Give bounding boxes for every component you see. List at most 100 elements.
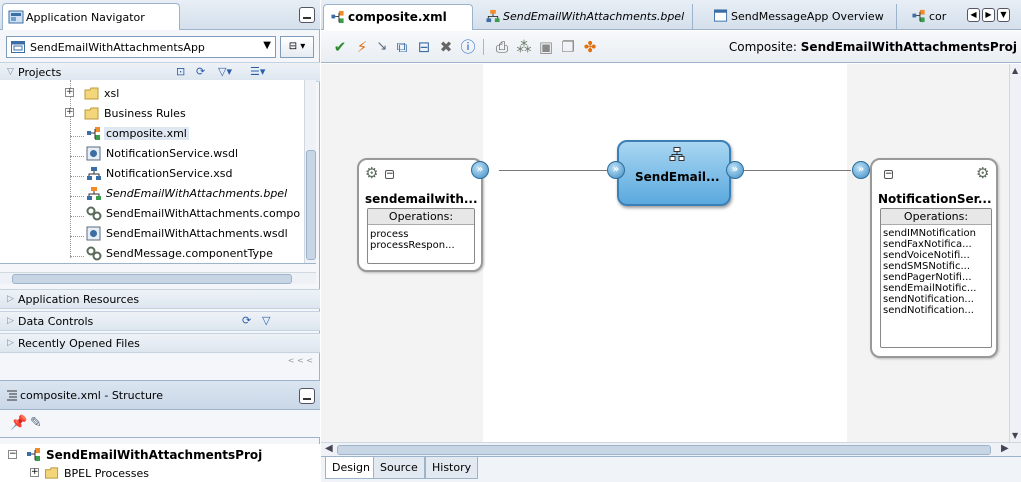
paste-icon[interactable]: ⊟ [415, 38, 433, 56]
deploy-icon[interactable]: ⚡ [353, 38, 371, 56]
wire-icon[interactable]: ↘ [373, 38, 391, 56]
properties-icon[interactable]: ❐ [559, 38, 577, 56]
delete-icon[interactable]: ✖ [437, 38, 455, 56]
operation-item[interactable]: sendEmailNotific... [881, 283, 991, 294]
expand-toggle[interactable]: + [30, 468, 39, 477]
composite-canvas[interactable]: ⚙ − sendemailwith... Operations: process… [321, 64, 1009, 442]
operation-item[interactable]: process [368, 229, 474, 240]
tree-item-notificationservice-xsd[interactable]: NotificationService.xsd [0, 164, 300, 184]
application-menu-icon: ⊟ ▾ [288, 41, 306, 52]
expand-toggle[interactable]: + [65, 108, 74, 117]
component-service-port-icon[interactable]: » [607, 161, 625, 179]
tree-horizontal-scrollbar[interactable] [0, 272, 316, 284]
reference-port-icon[interactable]: » [852, 161, 870, 179]
application-selector[interactable]: SendEmailWithAttachmentsApp ▼ [6, 36, 276, 58]
component-reference-port-icon[interactable]: » [726, 161, 744, 179]
reference-wire[interactable] [741, 170, 851, 171]
canvas-vertical-scrollbar[interactable]: ▲ ▼ [1009, 64, 1021, 442]
external-reference[interactable]: − ⚙ NotificationSer... Operations: sendI… [870, 158, 998, 358]
scroll-right-icon[interactable]: ▶ [1001, 443, 1009, 454]
collapse-reference-button[interactable]: − [884, 170, 893, 179]
tree-item-componenttype[interactable]: SendEmailWithAttachments.compo [0, 204, 300, 224]
tab-source[interactable]: Source [373, 457, 425, 479]
recent-files-header[interactable]: ▷ Recently Opened Files [0, 333, 320, 353]
operation-item[interactable]: sendNotification... [881, 294, 991, 305]
copy-icon[interactable]: ⧉ [393, 38, 411, 56]
print-icon[interactable]: ⎙ [493, 38, 511, 56]
validate-icon[interactable]: ✔ [331, 38, 349, 56]
data-controls-header[interactable]: ▷ Data Controls ⟳ ▽ [0, 311, 320, 331]
operation-item[interactable]: sendPagerNotifi... [881, 272, 991, 283]
tab-bpel[interactable]: SendEmailWithAttachments.bpel [479, 4, 693, 30]
tab-list-button[interactable]: ▼ [997, 8, 1010, 22]
tree-item-business-rules[interactable]: + Business Rules [0, 104, 300, 124]
tree-item-label: NotificationService.wsdl [106, 147, 239, 160]
scroll-thumb[interactable] [306, 150, 316, 260]
test-icon[interactable]: ▣ [537, 38, 555, 56]
tree-item-label: xsl [104, 87, 120, 100]
tree-item-bpel[interactable]: SendEmailWithAttachments.bpel [0, 184, 300, 204]
expand-toggle[interactable]: + [65, 88, 74, 97]
section-label: Data Controls [18, 315, 94, 328]
layout-icon[interactable]: ⁂ [515, 38, 533, 56]
navigator-tab[interactable]: Application Navigator [2, 3, 180, 30]
sync-icon[interactable]: ⟳ [196, 65, 205, 78]
tree-item-sendemail-wsdl[interactable]: SendEmailWithAttachments.wsdl [0, 224, 300, 244]
tree-item-notificationservice-wsdl[interactable]: NotificationService.wsdl [0, 144, 300, 164]
exposed-service[interactable]: ⚙ − sendemailwith... Operations: process… [357, 158, 483, 272]
operation-item[interactable]: sendIMNotification [881, 228, 991, 239]
tree-item-xsl[interactable]: + xsl [0, 84, 300, 104]
service-gear-icon: ⚙ [365, 164, 379, 182]
tab-history[interactable]: History [425, 457, 479, 479]
scroll-up-icon[interactable]: ▲ [1012, 66, 1018, 75]
service-wire[interactable] [499, 170, 607, 171]
operation-item[interactable]: sendSMSNotific... [881, 261, 991, 272]
tree-item-label: SendEmailWithAttachments.compo [106, 207, 301, 220]
scroll-thumb[interactable] [337, 445, 991, 455]
bpel-component[interactable]: SendEmail... [617, 140, 731, 206]
application-menu-button[interactable]: ⊟ ▾ [280, 36, 314, 58]
info-icon[interactable]: ⓘ [459, 38, 477, 56]
composite-icon [27, 448, 40, 461]
tab-design[interactable]: Design [325, 457, 377, 479]
tab-composite-overflow[interactable]: cor [909, 4, 959, 30]
collapse-toggle[interactable]: − [8, 450, 17, 459]
tab-sendmessageapp-overview[interactable]: SendMessageApp Overview [707, 4, 897, 30]
scroll-thumb[interactable] [12, 274, 292, 284]
tree-item-composite-xml[interactable]: composite.xml [0, 124, 300, 144]
tree-vertical-scrollbar[interactable] [304, 80, 316, 263]
application-resources-header[interactable]: ▷ Application Resources [0, 289, 320, 309]
scroll-left-icon[interactable]: ◀ [325, 443, 333, 454]
operation-item[interactable]: sendVoiceNotifi... [881, 250, 991, 261]
reference-gear-icon: ⚙ [976, 164, 990, 182]
tree-item-sendmessage-componenttype[interactable]: SendMessage.componentType [0, 244, 300, 263]
refresh-projects-icon[interactable]: ⊡ [176, 65, 185, 78]
scroll-tabs-left-button[interactable]: ◀ [967, 8, 980, 22]
minimize-button[interactable] [299, 388, 315, 404]
scroll-down-icon[interactable]: ▼ [1012, 431, 1018, 440]
component-name: SendEmail... [635, 170, 720, 184]
structure-child-label[interactable]: BPEL Processes [64, 467, 149, 480]
service-port-icon[interactable]: » [471, 161, 489, 179]
scroll-tabs-right-button[interactable]: ▶ [982, 8, 995, 22]
refresh-icon[interactable]: ⟳ [242, 314, 251, 327]
pin-icon[interactable]: 📌 [10, 415, 27, 431]
tree-item-label: NotificationService.xsd [106, 167, 233, 180]
operation-item[interactable]: processRespon... [368, 240, 474, 251]
working-sets-icon[interactable]: ☰▾ [250, 65, 265, 78]
operation-item[interactable]: sendNotification... [881, 305, 991, 316]
minimize-button[interactable] [299, 7, 315, 23]
filter-icon[interactable]: ▽ [262, 314, 270, 327]
structure-panel-header: composite.xml - Structure [0, 380, 320, 410]
refresh-icon[interactable]: ✤ [581, 38, 599, 56]
collapse-service-button[interactable]: − [385, 170, 394, 179]
tab-composite-xml[interactable]: composite.xml [323, 4, 473, 30]
collapse-handle[interactable]: < < < [288, 356, 313, 365]
filter-icon[interactable]: ▽▾ [218, 65, 232, 78]
operation-item[interactable]: sendFaxNotifica... [881, 239, 991, 250]
canvas-horizontal-scrollbar[interactable]: ◀ ▶ [321, 442, 1021, 456]
tab-label: cor [929, 10, 947, 23]
structure-root-label[interactable]: SendEmailWithAttachmentsProj [46, 448, 262, 462]
edit-icon[interactable]: ✎ [30, 415, 42, 431]
projects-header[interactable]: ▽ Projects ⊡ ⟳ ▽▾ ☰▾ [0, 62, 320, 82]
